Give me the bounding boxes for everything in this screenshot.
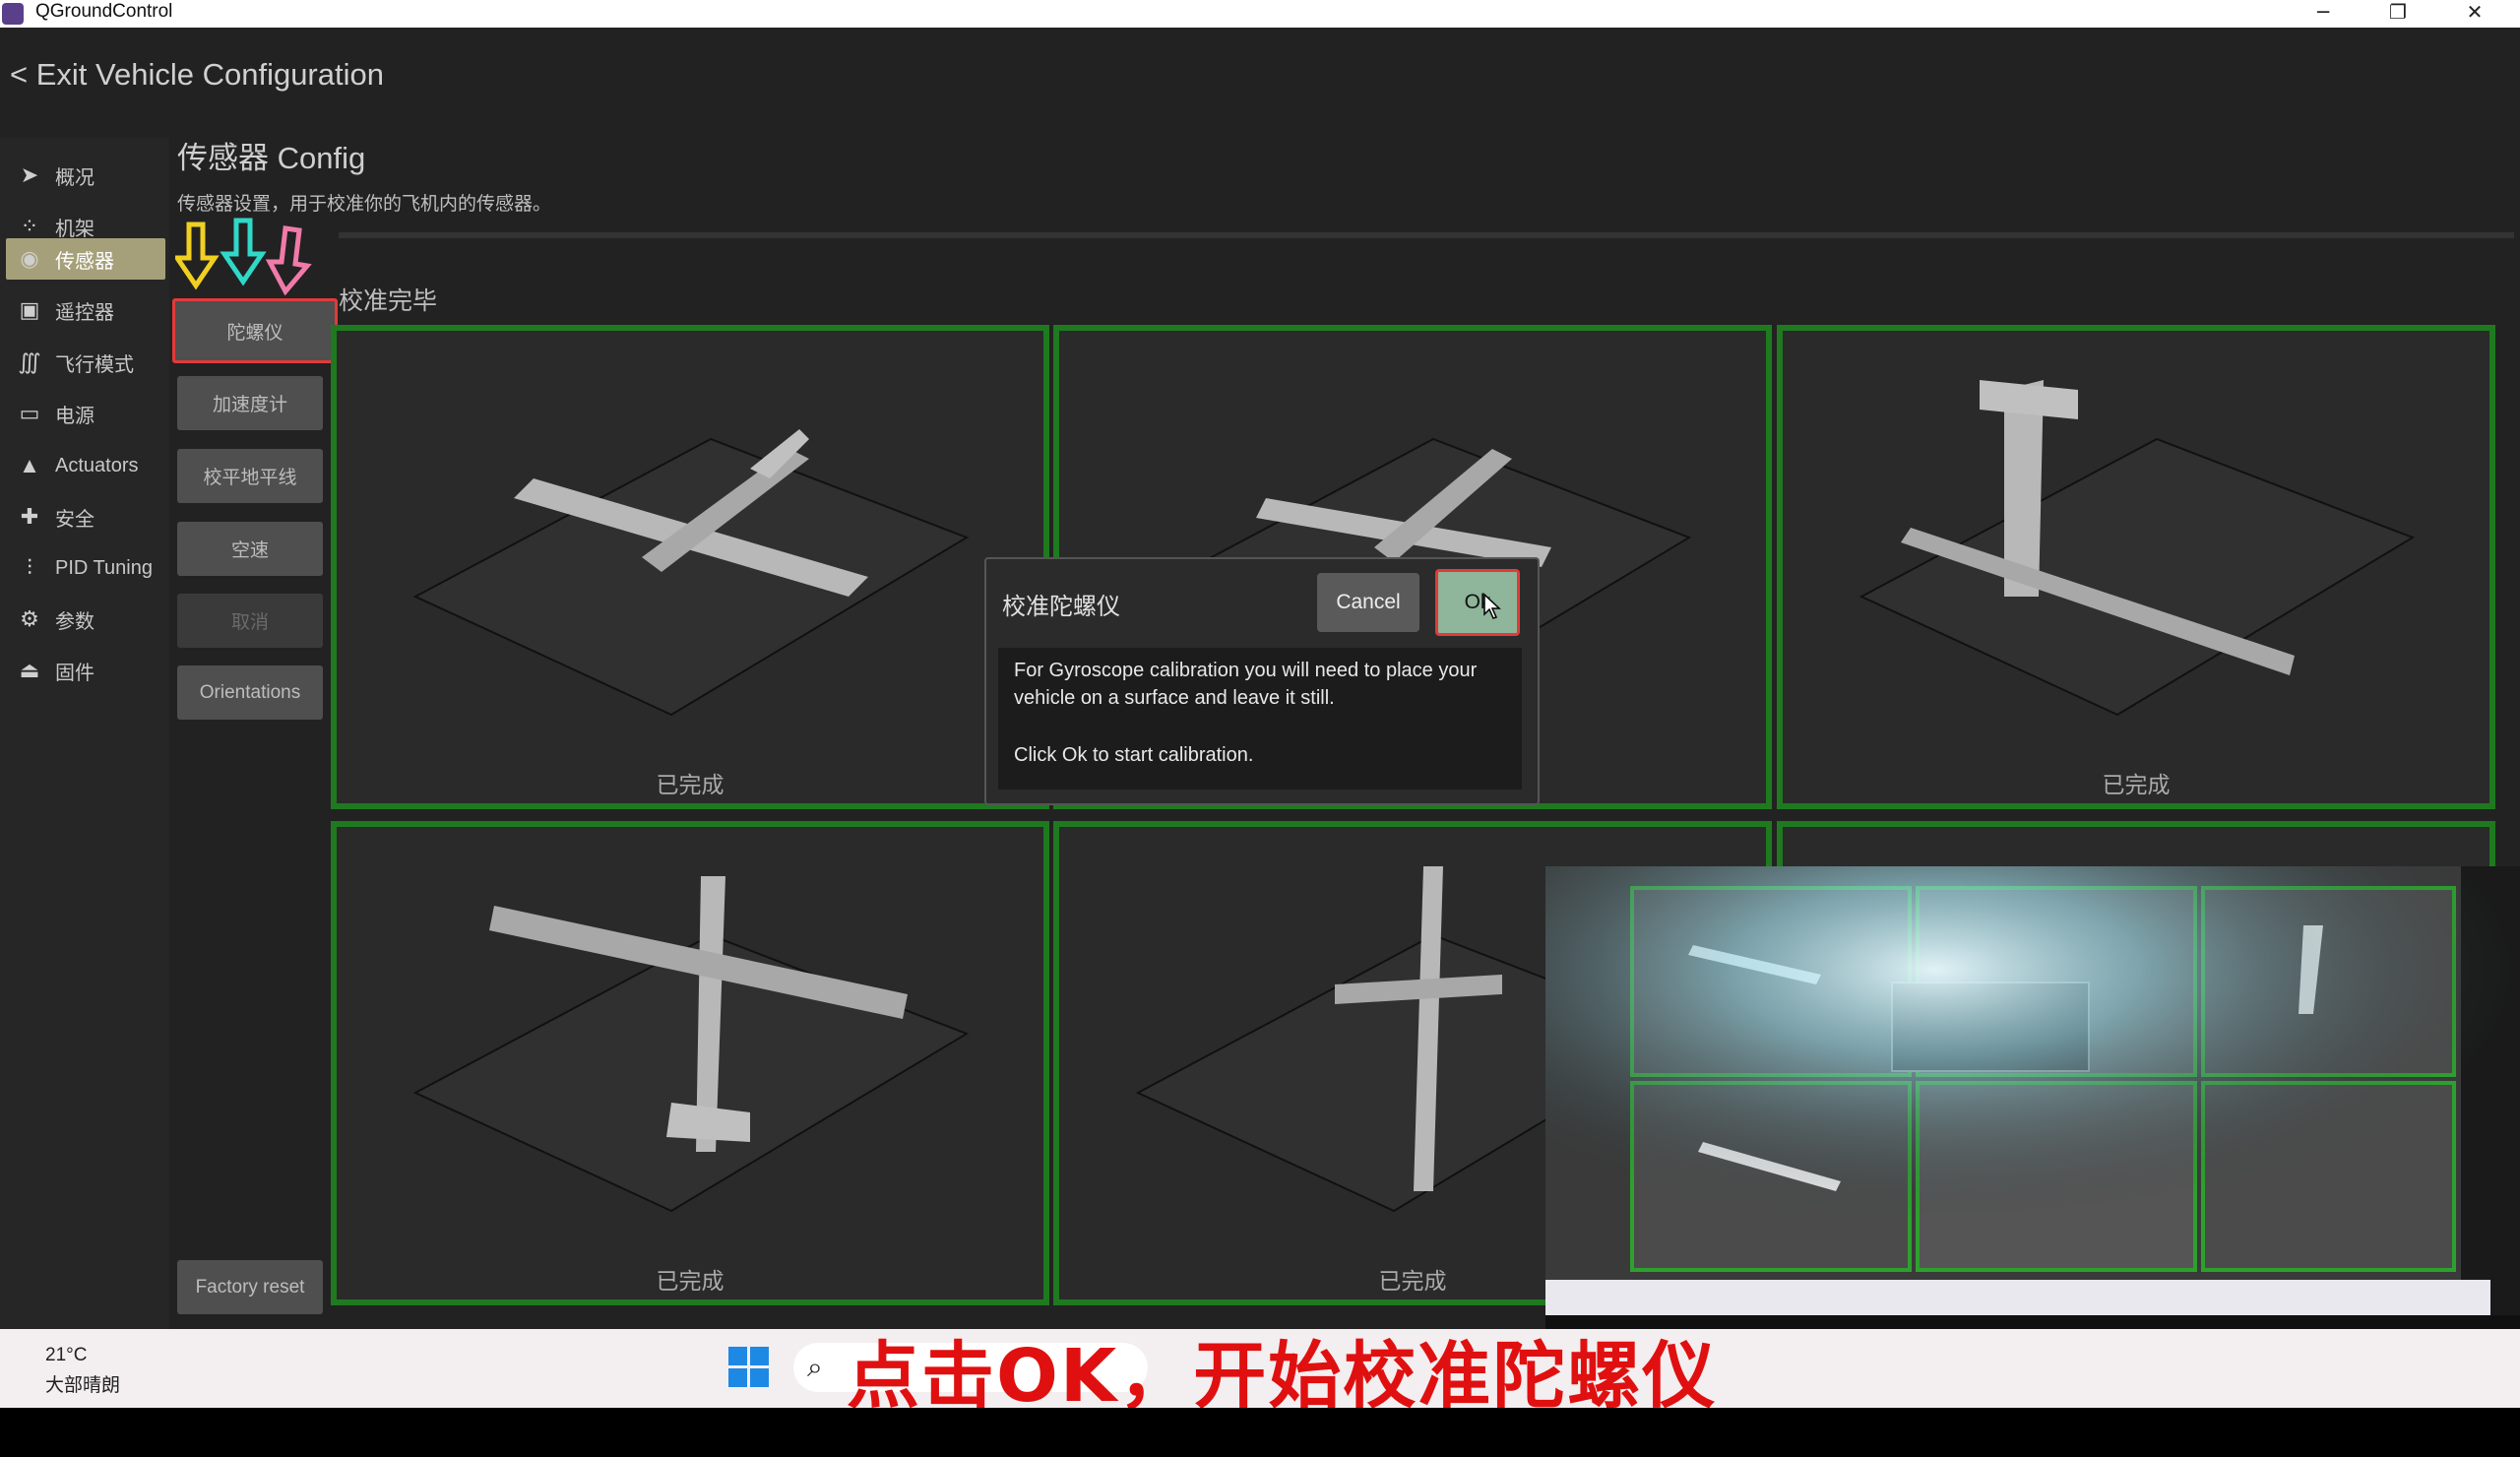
- orientation-cell: 已完成: [331, 325, 1049, 809]
- sidebar-item-summary[interactable]: ➤ 概况: [6, 155, 165, 196]
- dialog-text-line: Click Ok to start calibration.: [1014, 744, 1254, 766]
- orientation-cell: 已完成: [331, 821, 1049, 1305]
- sidebar-item-label: 遥控器: [55, 301, 114, 324]
- orientations-button[interactable]: Orientations: [177, 665, 323, 720]
- battery-icon: ▭: [19, 401, 40, 425]
- parameters-icon: ⚙: [20, 606, 39, 631]
- calibration-status: 校准完毕: [339, 286, 438, 315]
- page-description: 传感器设置，用于校准你的飞机内的传感器。: [177, 193, 552, 215]
- exit-vehicle-config-link[interactable]: < Exit Vehicle Configuration: [10, 57, 384, 93]
- video-subtitle: 点击OK，开始校准陀螺仪: [847, 1334, 1718, 1419]
- sensor-icon: ◉: [20, 246, 39, 271]
- search-icon: ⌕: [807, 1351, 823, 1383]
- radio-icon: ▣: [19, 297, 40, 322]
- firmware-icon: ⏏: [19, 658, 40, 682]
- title-bar: QGroundControl ─ ❐ ✕: [0, 0, 2520, 28]
- factory-reset-button[interactable]: Factory reset: [177, 1260, 323, 1314]
- dialog-title: 校准陀螺仪: [1002, 593, 1120, 620]
- annotation-arrows: [175, 218, 312, 295]
- actuators-icon: ▲: [19, 453, 40, 477]
- yellow-arrow-icon: [175, 222, 220, 290]
- airplane-right-side-icon: [412, 876, 970, 1213]
- pink-arrow-icon: [265, 225, 312, 295]
- airspeed-button[interactable]: 空速: [177, 522, 323, 576]
- sidebar-item-label: Actuators: [55, 454, 139, 476]
- airplane-nose-down-icon: [1858, 380, 2416, 717]
- airplane-level-icon: [412, 429, 970, 717]
- sidebar-item-radio[interactable]: ▣ 遥控器: [6, 289, 165, 331]
- cell-complete-label: 已完成: [656, 773, 724, 798]
- gyro-calibration-dialog: 校准陀螺仪 Cancel Ok For Gyroscope calibratio…: [984, 557, 1540, 805]
- sidebar-item-label: PID Tuning: [55, 556, 153, 579]
- cell-complete-label: 已完成: [656, 1269, 724, 1295]
- sidebar-item-sensors[interactable]: ◉ 传感器: [6, 238, 165, 280]
- sidebar-item-label: 概况: [55, 166, 94, 189]
- cell-complete-label: 已完成: [2102, 773, 2171, 798]
- bottom-letterbox: [0, 1408, 2520, 1457]
- sidebar-item-flight-modes[interactable]: ∭ 飞行模式: [6, 342, 165, 383]
- sidebar-item-label: 传感器: [55, 250, 114, 273]
- safety-icon: ✚: [20, 504, 39, 529]
- restore-button[interactable]: ❐: [2368, 0, 2427, 28]
- sidebar-item-pid-tuning[interactable]: ⫶ PID Tuning: [6, 547, 165, 589]
- sidebar-item-firmware[interactable]: ⏏ 固件: [6, 650, 165, 691]
- flight-mode-icon: ∭: [18, 349, 41, 374]
- accelerometer-button[interactable]: 加速度计: [177, 376, 323, 430]
- gyroscope-button[interactable]: 陀螺仪: [172, 298, 338, 363]
- minimize-button[interactable]: ─: [2294, 0, 2353, 28]
- tuning-icon: ⫶: [27, 555, 32, 580]
- level-horizon-button[interactable]: 校平地平线: [177, 449, 323, 503]
- sidebar-item-power[interactable]: ▭ 电源: [6, 393, 165, 434]
- sidebar-item-label: 电源: [55, 405, 94, 427]
- cancel-calibration-button[interactable]: 取消: [177, 594, 323, 648]
- sidebar-item-label: 固件: [55, 662, 94, 684]
- page-title: 传感器 Config: [177, 141, 366, 175]
- sidebar-item-parameters[interactable]: ⚙ 参数: [6, 599, 165, 640]
- sidebar-item-safety[interactable]: ✚ 安全: [6, 496, 165, 538]
- sidebar-item-label: 飞行模式: [55, 353, 134, 376]
- sidebar-item-actuators[interactable]: ▲ Actuators: [6, 445, 165, 486]
- app-icon: [2, 3, 24, 25]
- window-title: QGroundControl: [35, 1, 173, 22]
- mouse-cursor-icon: [1483, 593, 1501, 619]
- dialog-body: For Gyroscope calibration you will need …: [998, 648, 1522, 790]
- weather-temperature: 21°C: [45, 1345, 88, 1365]
- airframe-icon: ⁘: [20, 214, 39, 238]
- cyan-arrow-icon: [220, 218, 267, 286]
- dialog-cancel-button[interactable]: Cancel: [1317, 573, 1419, 632]
- calibration-header-bar: [339, 232, 2514, 238]
- plane-icon: ➤: [20, 162, 39, 187]
- windows-start-icon[interactable]: [728, 1347, 770, 1388]
- sidebar: ➤ 概况 ⁘ 机架 ◉ 传感器 ▣ 遥控器 ∭ 飞行模式 ▭ 电源 ▲ Actuators ✚…: [0, 138, 169, 1329]
- dialog-ok-button[interactable]: Ok: [1435, 569, 1520, 636]
- dialog-text-line: For Gyroscope calibration you will need …: [1014, 660, 1478, 681]
- dialog-text-line: vehicle on a surface and leave it still.: [1014, 687, 1335, 709]
- sidebar-item-label: 安全: [55, 508, 94, 531]
- orientation-cell: 已完成: [1777, 325, 2495, 809]
- sidebar-item-label: 参数: [55, 610, 94, 633]
- weather-description: 大部晴朗: [45, 1374, 121, 1396]
- sidebar-item-label: 机架: [55, 218, 94, 240]
- close-button[interactable]: ✕: [2445, 0, 2504, 28]
